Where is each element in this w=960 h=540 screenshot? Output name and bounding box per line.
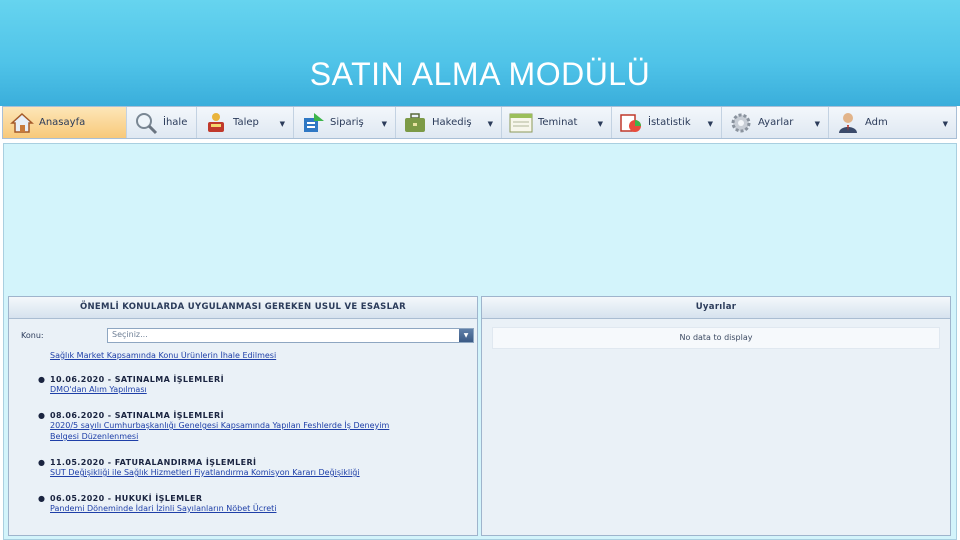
list-item: ● 08.06.2020 - SATINALMA İŞLEMLERİ 2020/… <box>17 411 469 442</box>
chevron-down-icon[interactable]: ▼ <box>598 120 603 128</box>
topic-filter: Konu: Seçiniz... ▼ <box>21 328 474 343</box>
procedures-panel-title: ÖNEMLİ KONULARDA UYGULANMASI GEREKEN USU… <box>9 297 477 319</box>
main-menu: Anasayfa İhale Talep ▼ Sipariş ▼ Hakediş… <box>2 106 957 139</box>
chevron-down-icon[interactable]: ▼ <box>943 120 948 128</box>
procedure-heading: 10.06.2020 - SATINALMA İŞLEMLERİ <box>50 375 224 384</box>
procedures-list: Sağlık Market Kapsamında Konu Ürünlerin … <box>17 349 469 533</box>
chevron-down-icon[interactable]: ▼ <box>459 329 473 342</box>
menu-label: Sipariş <box>330 117 364 128</box>
chevron-down-icon[interactable]: ▼ <box>488 120 493 128</box>
procedure-link[interactable]: DMO'dan Alım Yapılması <box>50 384 469 395</box>
slide-title: SATIN ALMA MODÜLÜ <box>309 56 651 92</box>
request-basket-icon <box>208 112 224 132</box>
menu-item-siparis[interactable]: Sipariş ▼ <box>294 107 396 138</box>
menu-label: Hakediş <box>432 117 472 128</box>
procedure-heading: 08.06.2020 - SATINALMA İŞLEMLERİ <box>50 411 224 420</box>
menu-label: Ayarlar <box>758 117 794 128</box>
bullet-icon: ● <box>38 458 45 467</box>
warnings-panel: Uyarılar No data to display <box>481 296 951 536</box>
chevron-down-icon[interactable]: ▼ <box>382 120 387 128</box>
briefcase-icon <box>405 112 425 132</box>
procedure-link[interactable]: Sağlık Market Kapsamında Konu Ürünlerin … <box>17 351 469 360</box>
user-icon <box>839 112 857 133</box>
topic-filter-label: Konu: <box>21 331 44 340</box>
list-item: ● 10.06.2020 - SATINALMA İŞLEMLERİ DMO'd… <box>17 375 469 395</box>
order-icon <box>304 112 324 132</box>
menu-label: Talep <box>233 117 259 128</box>
menu-item-talep[interactable]: Talep ▼ <box>197 107 294 138</box>
chevron-down-icon[interactable]: ▼ <box>708 120 713 128</box>
gear-icon <box>731 113 751 132</box>
procedure-link[interactable]: 2020/5 sayılı Cumhurbaşkanlığı Genelgesi… <box>50 420 469 431</box>
topic-select-value: Seçiniz... <box>112 330 148 339</box>
chevron-down-icon[interactable]: ▼ <box>815 120 820 128</box>
topic-select[interactable]: Seçiniz... ▼ <box>107 328 474 343</box>
menu-label: Anasayfa <box>39 117 86 128</box>
procedure-link[interactable]: SUT Değişikliği ile Sağlık Hizmetleri Fi… <box>50 467 469 478</box>
menu-label: İstatistik <box>648 117 691 128</box>
procedure-link[interactable]: Pandemi Döneminde İdari İzinli Sayılanla… <box>50 503 469 514</box>
procedure-link[interactable]: Belgesi Düzenlenmesi <box>50 431 469 442</box>
menu-item-anasayfa[interactable]: Anasayfa <box>3 107 127 138</box>
menu-item-ihale[interactable]: İhale <box>127 107 197 138</box>
menu-item-hakedis[interactable]: Hakediş ▼ <box>396 107 502 138</box>
menu-item-istatistik[interactable]: İstatistik ▼ <box>612 107 722 138</box>
chevron-down-icon[interactable]: ▼ <box>280 120 285 128</box>
list-item: ● 06.05.2020 - HUKUKİ İŞLEMLER Pandemi D… <box>17 494 469 514</box>
magnifier-icon <box>136 112 158 134</box>
statistics-icon <box>620 113 641 132</box>
empty-state: No data to display <box>492 327 940 349</box>
menu-item-ayarlar[interactable]: Ayarlar ▼ <box>722 107 829 138</box>
list-item: ● 11.05.2020 - FATURALANDIRMA İŞLEMLERİ … <box>17 458 469 478</box>
menu-label: İhale <box>163 117 188 128</box>
procedure-heading: 11.05.2020 - FATURALANDIRMA İŞLEMLERİ <box>50 458 257 467</box>
procedure-heading: 06.05.2020 - HUKUKİ İŞLEMLER <box>50 494 203 503</box>
procedures-panel: ÖNEMLİ KONULARDA UYGULANMASI GEREKEN USU… <box>8 296 478 536</box>
warnings-panel-title: Uyarılar <box>482 297 950 319</box>
menu-item-adm[interactable]: Adm ▼ <box>829 107 956 138</box>
document-icon <box>509 113 533 132</box>
home-icon <box>10 112 34 133</box>
bullet-icon: ● <box>38 494 45 503</box>
menu-label: Teminat <box>538 117 578 128</box>
menu-item-teminat[interactable]: Teminat ▼ <box>502 107 612 138</box>
bullet-icon: ● <box>38 411 45 420</box>
menu-label: Adm <box>865 117 888 128</box>
bullet-icon: ● <box>38 375 45 384</box>
